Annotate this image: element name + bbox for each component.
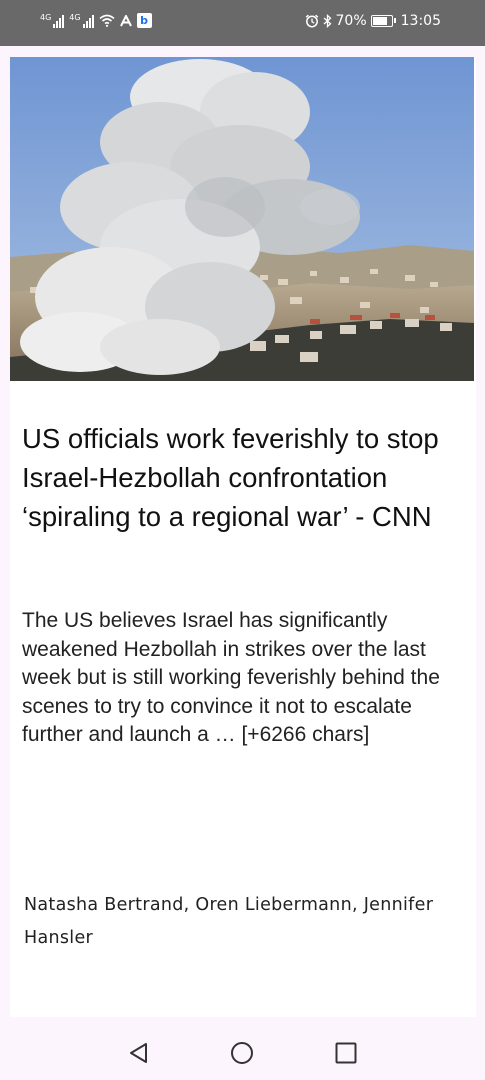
home-icon[interactable]: [229, 1040, 255, 1066]
clock: 13:05: [400, 13, 441, 29]
bluetooth-icon: [323, 14, 331, 28]
signal-icon: 4G: [40, 12, 65, 28]
article-authors: Natasha Bertrand, Oren Liebermann, Jenni…: [24, 895, 434, 948]
article-title[interactable]: US officials work feverishly to stop Isr…: [22, 419, 462, 536]
battery-icon: [370, 15, 396, 27]
navigation-bar: [0, 1022, 485, 1080]
alarm-icon: [305, 14, 318, 28]
network-type-label-2: 4G: [69, 12, 81, 22]
a-notification-icon: [119, 14, 132, 26]
article-image[interactable]: [10, 57, 474, 381]
bing-icon: b: [136, 13, 152, 28]
battery-percent: 70%: [335, 13, 367, 29]
battery-fill: [372, 17, 387, 25]
status-bar-right: 70% 13:05: [305, 13, 441, 29]
article-description: The US believes Israel has significantly…: [22, 609, 440, 746]
recents-icon[interactable]: [333, 1040, 359, 1066]
article-card[interactable]: US officials work feverishly to stop Isr…: [10, 57, 476, 1017]
status-bar-left: 4G 4G b: [40, 13, 152, 28]
back-icon[interactable]: [126, 1040, 152, 1066]
wifi-icon: [99, 14, 115, 27]
network-type-label: 4G: [40, 12, 52, 22]
status-bar: 4G 4G b 70% 13:05: [0, 0, 485, 46]
signal-icon-2: 4G: [69, 12, 94, 28]
